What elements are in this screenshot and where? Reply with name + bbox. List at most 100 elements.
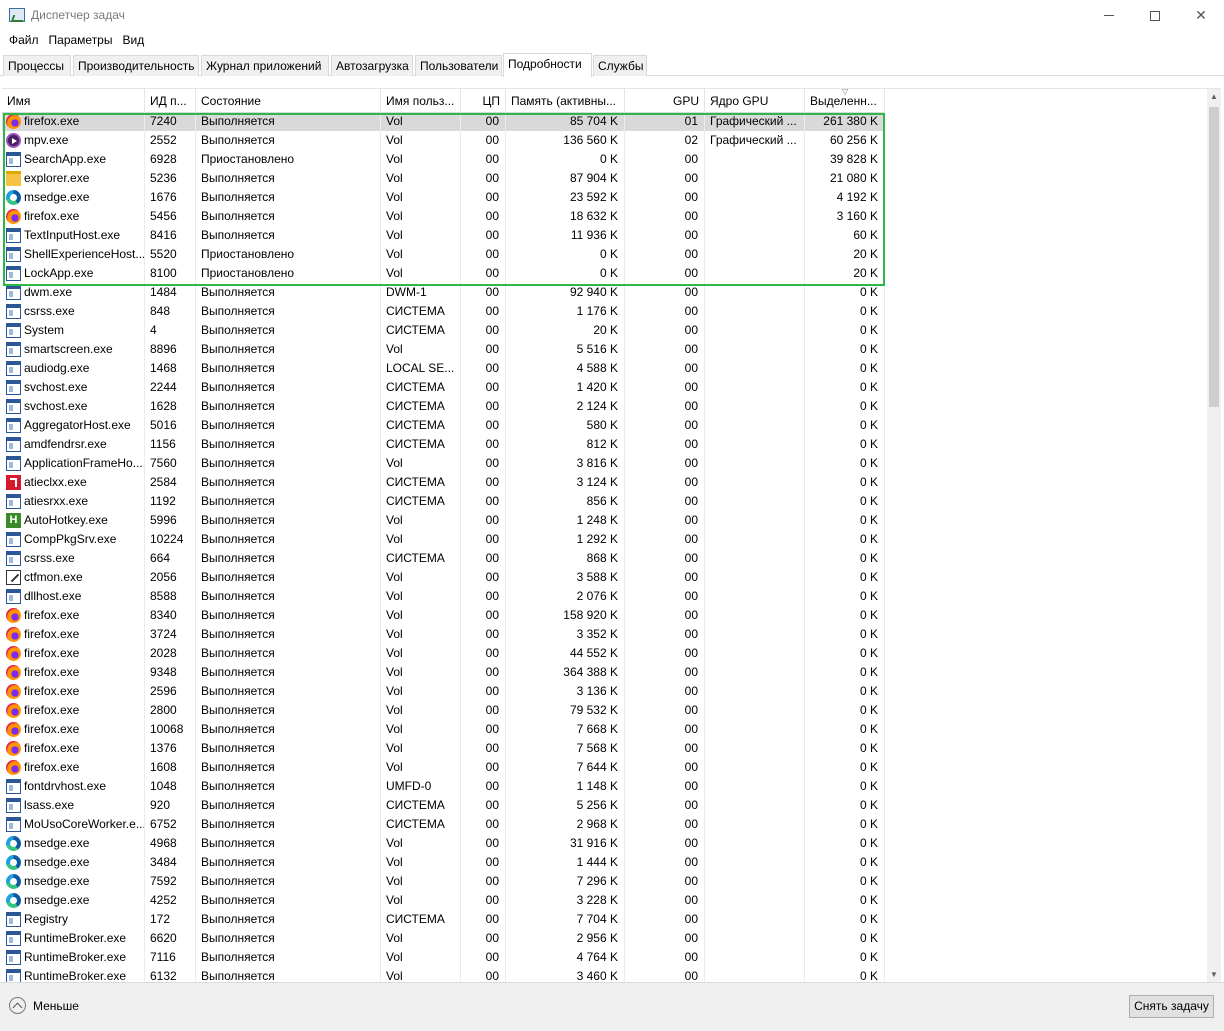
table-row[interactable]: firefox.exe 8340 Выполняется Vol 00 158 920 K… <box>2 606 885 625</box>
table-row[interactable]: msedge.exe 4968 Выполняется Vol 00 31 916 K 00… <box>2 834 885 853</box>
process-name: CompPkgSrv.exe <box>2 530 145 549</box>
menu-file[interactable]: Файл <box>4 31 44 51</box>
process-gpu: 00 <box>625 378 705 397</box>
table-row[interactable]: smartscreen.exe 8896 Выполняется Vol 00 5 516… <box>2 340 885 359</box>
table-row[interactable]: AggregatorHost.exe 5016 Выполняется СИСТЕМА… <box>2 416 885 435</box>
process-name: smartscreen.exe <box>2 340 145 359</box>
table-row[interactable]: firefox.exe 10068 Выполняется Vol 00 7 668 K0… <box>2 720 885 739</box>
column-pid[interactable]: ИД п... <box>145 89 196 112</box>
process-user: СИСТЕМА <box>381 416 461 435</box>
table-row[interactable]: csrss.exe 664 Выполняется СИСТЕМА 00 868 K 00 0… <box>2 549 885 568</box>
tab-app-history[interactable]: Журнал приложений <box>201 55 329 76</box>
process-dedicated-memory: 0 K <box>805 910 885 929</box>
fewer-details-button[interactable]: Меньше <box>9 997 79 1014</box>
column-memory[interactable]: Память (активны... <box>506 89 625 112</box>
table-row[interactable]: atiesrxx.exe 1192 Выполняется СИСТЕМА 00 856 … <box>2 492 885 511</box>
table-row[interactable]: TextInputHost.exe 8416 Выполняется Vol 00 11 … <box>2 226 885 245</box>
table-row[interactable]: csrss.exe 848 Выполняется СИСТЕМА 00 1 176 K0… <box>2 302 885 321</box>
scroll-up-icon[interactable]: ▲ <box>1207 89 1221 105</box>
table-row[interactable]: msedge.exe 3484 Выполняется Vol 00 1 444 K 00 0… <box>2 853 885 872</box>
table-row[interactable]: RuntimeBroker.exe 6620 Выполняется Vol 00 2 9… <box>2 929 885 948</box>
table-row[interactable]: amdfendrsr.exe 1156 Выполняется СИСТЕМА 00 81… <box>2 435 885 454</box>
table-row[interactable]: svchost.exe 1628 Выполняется СИСТЕМА 00 2 124… <box>2 397 885 416</box>
process-user: СИСТЕМА <box>381 435 461 454</box>
end-task-button[interactable]: Снять задачу <box>1129 995 1214 1018</box>
minimize-icon <box>1104 15 1114 16</box>
table-row[interactable]: firefox.exe 2800 Выполняется Vol 00 79 532 K0… <box>2 701 885 720</box>
process-pid: 2028 <box>145 644 196 663</box>
column-cpu[interactable]: ЦП <box>461 89 506 112</box>
process-memory: 3 816 K <box>506 454 625 473</box>
table-row[interactable]: ApplicationFrameHo... 7560 Выполняется Vol 0… <box>2 454 885 473</box>
table-row[interactable]: audiodg.exe 1468 Выполняется LOCAL SE... 00 4… <box>2 359 885 378</box>
process-status: Выполняется <box>196 815 381 834</box>
table-row[interactable]: fontdrvhost.exe 1048 Выполняется UMFD-0 00 1 … <box>2 777 885 796</box>
tab-processes[interactable]: Процессы <box>3 55 71 76</box>
process-gpu: 00 <box>625 530 705 549</box>
table-row[interactable]: lsass.exe 920 Выполняется СИСТЕМА 00 5 256 K0… <box>2 796 885 815</box>
process-gpu: 00 <box>625 796 705 815</box>
column-gpu-engine[interactable]: Ядро GPU <box>705 89 805 112</box>
process-pid: 7592 <box>145 872 196 891</box>
process-name-text: amdfendrsr.exe <box>24 437 107 451</box>
table-row[interactable]: msedge.exe 1676 Выполняется Vol 00 23 592 K 00… <box>2 188 885 207</box>
table-row[interactable]: firefox.exe 2028 Выполняется Vol 00 44 552 K0… <box>2 644 885 663</box>
vertical-scrollbar[interactable]: ▲ ▼ <box>1207 89 1221 983</box>
column-name[interactable]: Имя <box>2 89 145 112</box>
menu-view[interactable]: Вид <box>117 31 149 51</box>
table-row[interactable]: ctfmon.exe 2056 Выполняется Vol 00 3 588 K 00 0… <box>2 568 885 587</box>
table-row[interactable]: mpv.exe 2552 Выполняется Vol 00 136 560 K 02 Гр… <box>2 131 885 150</box>
table-row[interactable]: svchost.exe 2244 Выполняется СИСТЕМА 00 1 420… <box>2 378 885 397</box>
process-cpu: 00 <box>461 834 506 853</box>
table-row[interactable]: SearchApp.exe 6928 Приостановлено Vol 00 0 K0… <box>2 150 885 169</box>
tab-users[interactable]: Пользователи <box>415 55 502 76</box>
table-row[interactable]: atieclxx.exe 2584 Выполняется СИСТЕМА 00 3 12… <box>2 473 885 492</box>
tab-performance[interactable]: Производительность <box>73 55 199 76</box>
table-row[interactable]: MoUsoCoreWorker.e... 6752 Выполняется СИСТЕ… <box>2 815 885 834</box>
table-row[interactable]: firefox.exe 3724 Выполняется Vol 00 3 352 K 00… <box>2 625 885 644</box>
table-row[interactable]: CompPkgSrv.exe 10224 Выполняется Vol 00 1 292… <box>2 530 885 549</box>
table-row[interactable]: firefox.exe 1376 Выполняется Vol 00 7 568 K 00… <box>2 739 885 758</box>
table-row[interactable]: ShellExperienceHost.... 5520 Приостановлен… <box>2 245 885 264</box>
table-row[interactable]: firefox.exe 2596 Выполняется Vol 00 3 136 K 00… <box>2 682 885 701</box>
table-row[interactable]: H AutoHotkey.exe 5996 Выполняется Vol 00 1 248… <box>2 511 885 530</box>
tab-startup[interactable]: Автозагрузка <box>331 55 413 76</box>
process-memory: 31 916 K <box>506 834 625 853</box>
table-row[interactable]: firefox.exe 7240 Выполняется Vol 00 85 704 K0… <box>2 112 885 131</box>
process-gpu-engine <box>705 169 805 188</box>
process-gpu: 00 <box>625 587 705 606</box>
process-status: Выполняется <box>196 948 381 967</box>
process-status: Выполняется <box>196 188 381 207</box>
table-row[interactable]: RuntimeBroker.exe 7116 Выполняется Vol 00 4 7… <box>2 948 885 967</box>
scrollbar-thumb[interactable] <box>1209 107 1219 407</box>
menu-options[interactable]: Параметры <box>44 31 118 51</box>
process-gpu-engine: Графический ... <box>705 112 805 131</box>
table-row[interactable]: msedge.exe 7592 Выполняется Vol 00 7 296 K 00 0… <box>2 872 885 891</box>
column-user-name[interactable]: Имя польз... <box>381 89 461 112</box>
table-row[interactable]: dwm.exe 1484 Выполняется DWM-1 00 92 940 K 00 0… <box>2 283 885 302</box>
footer-bar: Меньше Снять задачу <box>0 982 1224 1031</box>
table-row[interactable]: firefox.exe 9348 Выполняется Vol 00 364 388 K… <box>2 663 885 682</box>
process-user: UMFD-0 <box>381 777 461 796</box>
table-row[interactable]: explorer.exe 5236 Выполняется Vol 00 87 904 K… <box>2 169 885 188</box>
table-row[interactable]: msedge.exe 4252 Выполняется Vol 00 3 228 K 00 0… <box>2 891 885 910</box>
table-row[interactable]: System 4 Выполняется СИСТЕМА 00 20 K 00 0 K <box>2 321 885 340</box>
maximize-button[interactable] <box>1132 0 1178 31</box>
process-status: Выполняется <box>196 834 381 853</box>
process-user: Vol <box>381 948 461 967</box>
column-gpu[interactable]: GPU <box>625 89 705 112</box>
close-button[interactable]: ✕ <box>1178 0 1224 31</box>
column-status[interactable]: Состояние <box>196 89 381 112</box>
table-row[interactable]: LockApp.exe 8100 Приостановлено Vol 00 0 K 00 2… <box>2 264 885 283</box>
table-row[interactable]: RuntimeBroker.exe 6132 Выполняется Vol 00 3 4… <box>2 967 885 983</box>
table-row[interactable]: dllhost.exe 8588 Выполняется Vol 00 2 076 K 00… <box>2 587 885 606</box>
table-row[interactable]: Registry 172 Выполняется СИСТЕМА 00 7 704 K 00… <box>2 910 885 929</box>
process-name: firefox.exe <box>2 758 145 777</box>
process-memory: 364 388 K <box>506 663 625 682</box>
scroll-down-icon[interactable]: ▼ <box>1207 967 1221 983</box>
tab-details[interactable]: Подробности <box>503 53 592 77</box>
table-row[interactable]: firefox.exe 5456 Выполняется Vol 00 18 632 K0… <box>2 207 885 226</box>
tab-services[interactable]: Службы <box>593 55 647 76</box>
table-row[interactable]: firefox.exe 1608 Выполняется Vol 00 7 644 K 00… <box>2 758 885 777</box>
minimize-button[interactable] <box>1086 0 1132 31</box>
